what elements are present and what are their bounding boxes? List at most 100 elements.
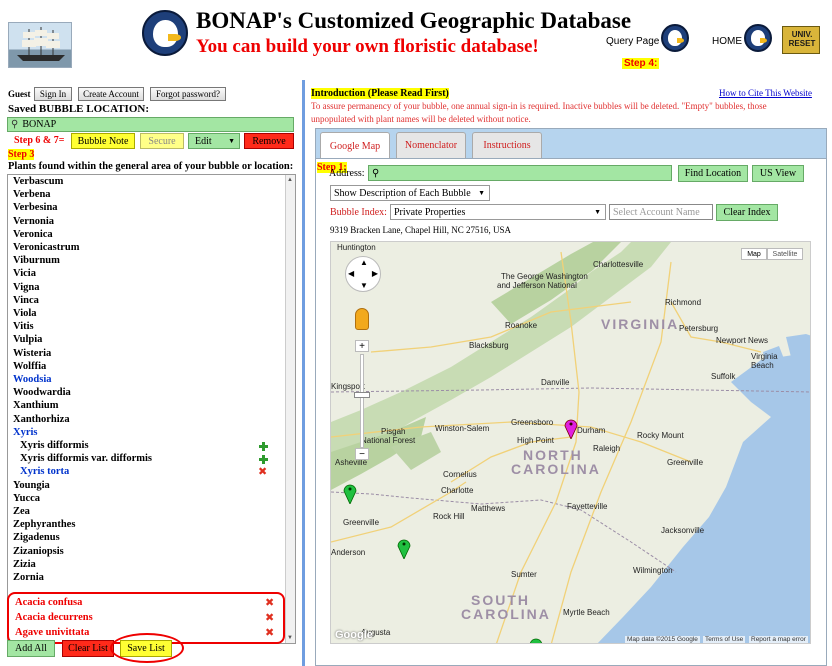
remove-icon[interactable]: ✖ xyxy=(258,466,268,477)
list-item[interactable]: Vigna xyxy=(13,282,39,293)
list-item[interactable]: Viola xyxy=(13,308,37,319)
pin-green[interactable] xyxy=(343,482,357,504)
cite-link[interactable]: How to Cite This Website xyxy=(719,88,812,98)
scroll-up-icon[interactable]: ▲ xyxy=(287,177,293,183)
city-label: Beach xyxy=(751,361,774,370)
query-page-link[interactable]: Query Page xyxy=(606,36,659,47)
list-item[interactable]: Zigadenus xyxy=(13,532,60,543)
pane-divider[interactable] xyxy=(302,80,305,666)
bubble-location-input[interactable]: ⚲ BONAP xyxy=(7,117,294,132)
pan-up-icon[interactable]: ▲ xyxy=(360,258,368,267)
clear-index-button[interactable]: Clear Index xyxy=(716,204,778,221)
clear-list-button[interactable]: Clear List xyxy=(62,640,114,657)
list-item[interactable]: Zea xyxy=(13,506,30,517)
address-input[interactable]: ⚲ xyxy=(368,165,672,181)
list-item[interactable]: Vulpia xyxy=(13,334,42,345)
univ-reset-button[interactable]: UNIV. RESET xyxy=(782,26,820,54)
pegman-icon[interactable] xyxy=(355,308,369,330)
saved-list-item[interactable]: Agave univittata xyxy=(15,627,89,638)
saved-list-item[interactable]: Acacia confusa xyxy=(15,597,82,608)
forgot-password-button[interactable]: Forgot password? xyxy=(150,87,226,101)
account-name-input[interactable]: Select Account Name xyxy=(609,204,713,220)
secure-button[interactable]: Secure xyxy=(140,133,184,149)
scroll-down-icon[interactable]: ▼ xyxy=(287,635,293,641)
create-account-button[interactable]: Create Account xyxy=(78,87,144,101)
saved-list-item[interactable]: Acacia decurrens xyxy=(15,612,93,623)
list-item[interactable]: Xyris difformis xyxy=(20,440,89,451)
list-item[interactable]: Woodsia xyxy=(13,374,52,385)
map-type-satellite-button[interactable]: Satellite xyxy=(767,248,803,260)
zoom-in-button[interactable]: + xyxy=(355,340,369,352)
sign-in-button[interactable]: Sign In xyxy=(34,87,72,101)
list-item[interactable]: Verbascum xyxy=(13,176,63,187)
list-item[interactable]: Veronicastrum xyxy=(13,242,80,253)
address-text: 9319 Bracken Lane, Chapel Hill, NC 27516… xyxy=(330,225,511,235)
remove-button[interactable]: Remove xyxy=(244,133,294,149)
list-item[interactable]: Verbesina xyxy=(13,202,58,213)
pin-green[interactable] xyxy=(397,537,411,559)
tab-nomenclator[interactable]: Nomenclator xyxy=(396,132,466,158)
bubble-note-button[interactable]: Bubble Note xyxy=(71,133,135,149)
remove-icon[interactable]: ✖ xyxy=(265,627,275,638)
map-type-map-button[interactable]: Map xyxy=(741,248,767,260)
list-item[interactable]: Yucca xyxy=(13,493,40,504)
pin-magenta[interactable] xyxy=(564,417,578,439)
add-all-button[interactable]: Add All xyxy=(7,640,55,657)
pin-green[interactable] xyxy=(529,636,543,644)
list-item[interactable]: Wolffia xyxy=(13,361,46,372)
list-item[interactable]: Vinca xyxy=(13,295,39,306)
tab-instructions[interactable]: Instructions xyxy=(472,132,542,158)
list-item[interactable]: Zornia xyxy=(13,572,44,583)
edit-dropdown[interactable]: Edit ▼ xyxy=(188,133,240,149)
query-eagle-icon[interactable] xyxy=(661,24,689,52)
state-label-virginia: VIRGINIA xyxy=(601,316,680,332)
report-map-error-link[interactable]: Report a map error xyxy=(749,636,808,643)
list-item[interactable]: Zizia xyxy=(13,559,36,570)
tab-google-map[interactable]: Google Map xyxy=(320,132,390,159)
list-item[interactable]: Woodwardia xyxy=(13,387,71,398)
list-item[interactable]: Xanthium xyxy=(13,400,59,411)
terms-link[interactable]: Terms of Use xyxy=(703,636,746,643)
plant-list[interactable]: ▲ ▼ Verbascum Verbena Verbesina Vernonia Ver… xyxy=(7,174,296,644)
pan-left-icon[interactable]: ◀ xyxy=(348,269,354,278)
introduction-heading[interactable]: Introduction (Please Read First) xyxy=(311,88,449,99)
add-icon[interactable] xyxy=(259,455,268,465)
list-item[interactable]: Vitis xyxy=(13,321,34,332)
list-item[interactable]: Wisteria xyxy=(13,348,51,359)
saved-bubble-label: Saved BUBBLE LOCATION: xyxy=(8,103,149,115)
zoom-slider[interactable] xyxy=(360,354,364,448)
pan-down-icon[interactable]: ▼ xyxy=(360,281,368,290)
list-item[interactable]: Xanthorhiza xyxy=(13,414,70,425)
us-view-button[interactable]: US View xyxy=(752,165,804,182)
zoom-out-button[interactable]: − xyxy=(355,448,369,460)
list-item[interactable]: Youngia xyxy=(13,480,50,491)
list-item[interactable]: Viburnum xyxy=(13,255,60,266)
find-location-button[interactable]: Find Location xyxy=(678,165,748,182)
bubble-index-select[interactable]: Private Properties ▼ xyxy=(390,204,606,220)
pan-right-icon[interactable]: ▶ xyxy=(372,269,378,278)
list-item[interactable]: Xyris xyxy=(13,427,38,438)
list-item[interactable]: Zizaniopsis xyxy=(13,546,64,557)
list-item[interactable]: Xyris difformis var. difformis xyxy=(20,453,152,464)
list-item[interactable]: Verbena xyxy=(13,189,51,200)
google-map[interactable]: VIRGINIA NORTH CAROLINA SOUTH CAROLINA H… xyxy=(330,241,811,644)
home-eagle-icon[interactable] xyxy=(744,24,772,52)
list-item[interactable]: Vicia xyxy=(13,268,36,279)
list-item[interactable]: Xyris torta xyxy=(20,466,69,477)
city-label: Raleigh xyxy=(593,444,621,453)
zoom-slider-handle[interactable] xyxy=(354,392,370,398)
list-item[interactable]: Veronica xyxy=(13,229,53,240)
show-description-value: Show Description of Each Bubble xyxy=(334,187,471,199)
pan-control[interactable]: ▲ ▼ ◀ ▶ xyxy=(345,256,381,292)
city-label: Durham xyxy=(577,426,606,435)
list-scrollbar[interactable]: ▲ ▼ xyxy=(285,175,295,643)
home-link[interactable]: HOME xyxy=(712,36,742,47)
list-item[interactable]: Vernonia xyxy=(13,216,54,227)
list-item[interactable]: Zephyranthes xyxy=(13,519,75,530)
city-label: Jacksonville xyxy=(661,526,705,535)
city-label: Anderson xyxy=(331,548,366,557)
remove-icon[interactable]: ✖ xyxy=(265,597,275,608)
remove-icon[interactable]: ✖ xyxy=(265,612,275,623)
show-description-select[interactable]: Show Description of Each Bubble ▼ xyxy=(330,185,490,201)
add-icon[interactable] xyxy=(259,442,268,451)
